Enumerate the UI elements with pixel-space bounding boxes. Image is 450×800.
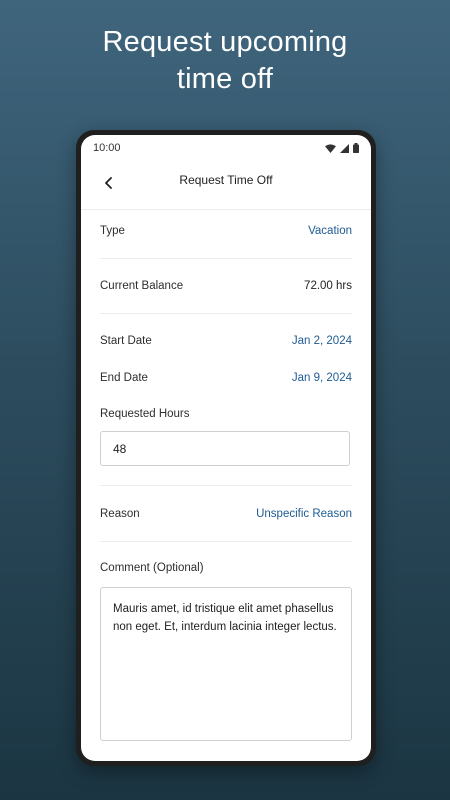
status-time: 10:00 xyxy=(93,142,121,154)
headline-line-2: time off xyxy=(176,63,274,95)
divider xyxy=(100,541,352,542)
signal-icon xyxy=(340,143,349,153)
start-date-value[interactable]: Jan 2, 2024 xyxy=(292,335,352,347)
type-row[interactable]: Type Vacation xyxy=(100,221,352,241)
app-bar: Request Time Off xyxy=(81,163,371,203)
current-balance-label: Current Balance xyxy=(100,280,184,292)
divider xyxy=(100,258,352,259)
status-icons xyxy=(325,143,359,153)
end-date-label: End Date xyxy=(100,372,148,384)
reason-row[interactable]: Reason Unspecific Reason xyxy=(100,504,352,524)
phone-screen: 10:00 Request Time Off Type Vacation Cur… xyxy=(81,135,371,761)
phone-frame: 10:00 Request Time Off Type Vacation Cur… xyxy=(76,130,376,766)
comment-textarea[interactable]: Mauris amet, id tristique elit amet phas… xyxy=(100,587,352,741)
marketing-headline: Request upcoming time off xyxy=(0,24,450,98)
type-label: Type xyxy=(100,225,125,237)
type-value[interactable]: Vacation xyxy=(308,225,352,237)
reason-value[interactable]: Unspecific Reason xyxy=(256,508,352,520)
divider xyxy=(100,313,352,314)
status-bar: 10:00 xyxy=(81,135,371,163)
battery-icon xyxy=(353,143,359,153)
headline-line-1: Request upcoming xyxy=(102,26,348,58)
start-date-row[interactable]: Start Date Jan 2, 2024 xyxy=(100,331,352,351)
reason-label: Reason xyxy=(100,508,140,520)
comment-label: Comment (Optional) xyxy=(100,562,204,574)
current-balance-row: Current Balance 72.00 hrs xyxy=(100,276,352,296)
page-title: Request Time Off xyxy=(179,173,273,187)
divider xyxy=(81,209,371,210)
divider xyxy=(100,485,352,486)
end-date-value[interactable]: Jan 9, 2024 xyxy=(292,372,352,384)
end-date-row[interactable]: End Date Jan 9, 2024 xyxy=(100,368,352,388)
start-date-label: Start Date xyxy=(100,335,152,347)
current-balance-value: 72.00 hrs xyxy=(304,280,352,292)
wifi-icon xyxy=(325,143,336,153)
requested-hours-input[interactable]: 48 xyxy=(100,431,350,466)
requested-hours-label: Requested Hours xyxy=(100,408,190,420)
